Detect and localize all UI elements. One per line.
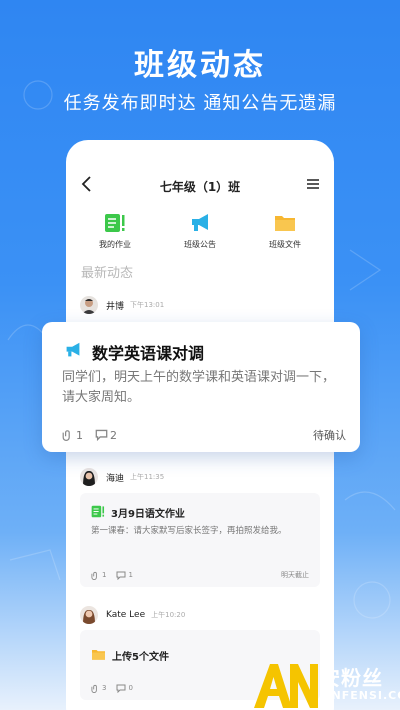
comment-icon <box>95 429 108 441</box>
card-body: 第一课春：请大家默写后家长签字，再拍照发给我。 <box>91 526 287 536</box>
comment-count-value: 1 <box>128 571 133 579</box>
folder-icon <box>274 213 296 233</box>
featured-announcement-card[interactable]: 数学英语课对调 同学们，明天上午的数学课和英语课对调一下，请大家周知。 1 2 … <box>42 322 360 452</box>
post-time: 下午13:01 <box>130 301 165 309</box>
shortcut-label: 班级文件 <box>269 240 301 249</box>
shortcut-class-announcement[interactable]: 班级公告 <box>165 213 235 250</box>
post-header: 海迪 上午11:35 <box>80 467 164 487</box>
card-body: 同学们，明天上午的数学课和英语课对调一下，请大家周知。 <box>62 370 336 405</box>
folder-icon <box>91 646 106 665</box>
author-name: 井博 <box>106 301 125 312</box>
card-footer: 1 2 待确认 <box>62 427 346 443</box>
homework-card[interactable]: 3月9日语文作业 第一课春：请大家默写后家长签字，再拍照发给我。 1 1 明天截… <box>80 493 320 587</box>
deadline-status: 明天截止 <box>281 571 309 579</box>
shortcut-label: 班级公告 <box>184 240 216 249</box>
paperclip-icon <box>91 571 97 580</box>
author-name: 海迪 <box>106 473 125 484</box>
post-header: Kate Lee 上午10:20 <box>80 605 185 625</box>
homework-icon <box>104 213 126 233</box>
paperclip-icon <box>91 684 97 693</box>
comment-count[interactable]: 0 <box>116 684 133 693</box>
attachment-count-value: 1 <box>76 428 83 442</box>
post-header: 井博 下午13:01 <box>80 295 164 315</box>
avatar[interactable] <box>80 296 98 314</box>
post-time: 上午11:35 <box>130 473 165 481</box>
attachment-count[interactable]: 1 <box>62 429 83 442</box>
megaphone-icon <box>64 342 82 362</box>
class-title: 七年级（1）班 <box>159 180 241 194</box>
shortcut-label: 我的作业 <box>99 240 131 249</box>
attachment-count-value: 1 <box>102 571 107 579</box>
attachment-count[interactable]: 1 <box>91 571 106 580</box>
avatar[interactable] <box>80 606 98 624</box>
post-time: 上午10:20 <box>151 611 186 619</box>
author-name: Kate Lee <box>106 610 146 620</box>
card-title-row: 上传5个文件 <box>91 646 169 665</box>
card-title-row: 3月9日语文作业 <box>91 503 185 522</box>
comment-count-value: 2 <box>110 428 117 442</box>
paperclip-icon <box>62 430 70 441</box>
attachment-count[interactable]: 3 <box>91 684 106 693</box>
card-title: 数学英语课对调 <box>92 344 205 363</box>
comment-count-value: 0 <box>128 684 133 692</box>
comment-count[interactable]: 1 <box>116 571 133 580</box>
watermark-logo <box>252 660 320 710</box>
card-title: 上传5个文件 <box>112 652 169 663</box>
homework-icon <box>91 503 105 522</box>
card-footer: 1 1 明天截止 <box>91 569 309 581</box>
shortcut-class-files[interactable]: 班级文件 <box>250 213 320 250</box>
watermark-en: ANFENSI.COM <box>322 689 400 702</box>
watermark-cn: 安粉丝 <box>320 666 383 690</box>
section-label: 最新动态 <box>81 266 134 281</box>
comment-count[interactable]: 2 <box>95 429 117 442</box>
comment-icon <box>116 571 126 580</box>
confirm-status[interactable]: 待确认 <box>313 427 346 443</box>
avatar[interactable] <box>80 468 98 486</box>
site-watermark: 安粉丝 ANFENSI.COM <box>252 660 400 710</box>
nav-bar: 七年级（1）班 <box>66 170 334 200</box>
comment-icon <box>116 684 126 693</box>
card-title: 3月9日语文作业 <box>111 509 185 520</box>
card-title-row: 数学英语课对调 <box>64 340 204 364</box>
megaphone-icon <box>189 213 211 233</box>
shortcut-my-homework[interactable]: 我的作业 <box>80 213 150 250</box>
hamburger-menu-icon[interactable] <box>306 176 320 190</box>
attachment-count-value: 3 <box>102 684 107 692</box>
